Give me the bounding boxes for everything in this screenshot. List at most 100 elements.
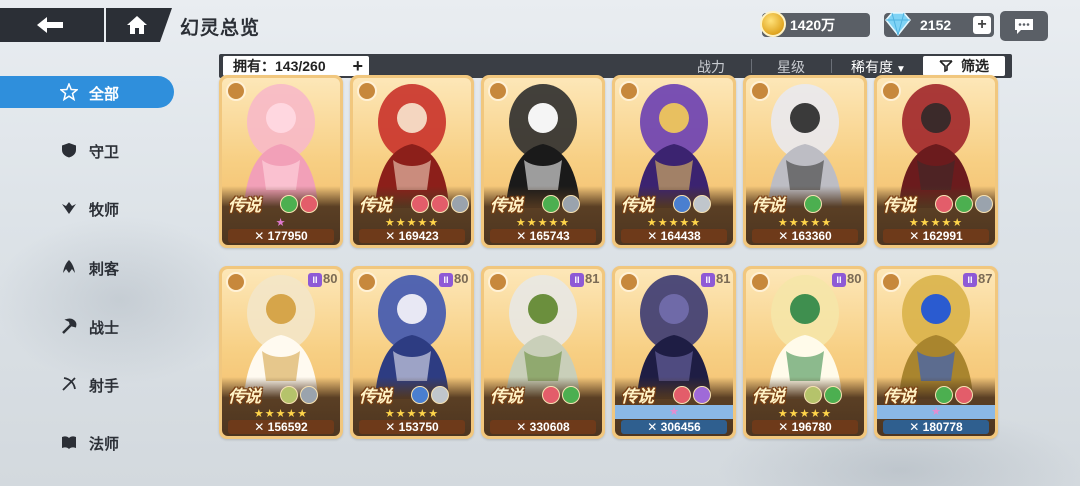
- skill-icons: [411, 195, 469, 213]
- swords-icon: ✕: [778, 420, 792, 434]
- star-strip: ★: [877, 405, 995, 419]
- sidebar-item-label: 战士: [89, 320, 120, 337]
- back-arrow-icon: [37, 17, 63, 33]
- star-rating: ★★★★★: [777, 408, 833, 420]
- character-level: 80: [454, 271, 469, 286]
- swords-icon: ✕: [254, 229, 268, 243]
- sidebar-item-archer[interactable]: 射手: [0, 368, 174, 400]
- skill-icon: [693, 386, 711, 404]
- character-card[interactable]: 传说 ★★★★★ ✕ 164438: [612, 75, 736, 248]
- star-rating: ★★★★★: [646, 217, 702, 229]
- power-number: 196780: [791, 420, 832, 434]
- skill-icon: [431, 386, 449, 404]
- caret-down-icon: ▼: [896, 64, 906, 75]
- gold-amount: 1420万: [790, 17, 836, 33]
- add-gems-button[interactable]: +: [973, 16, 991, 34]
- skill-icon: [411, 386, 429, 404]
- tier-badge-icon: II: [832, 273, 846, 287]
- home-button[interactable]: [104, 8, 168, 42]
- sidebar-item-warrior[interactable]: 战士: [0, 310, 174, 342]
- rarity-label: 传说: [752, 387, 785, 406]
- power-value: ✕ 177950: [228, 229, 334, 243]
- role-badge-icon: [357, 272, 377, 292]
- skill-icon: [542, 386, 560, 404]
- diamond-icon: [885, 12, 911, 37]
- character-card[interactable]: II 80 传说 ★★★★★ ✕ 196780: [743, 266, 867, 439]
- rarity-label: 传说: [228, 387, 261, 406]
- character-card[interactable]: II 81 传说 ★ ✕ 306456: [612, 266, 736, 439]
- star-rating: ★★★★★: [384, 408, 440, 420]
- skill-icons: [542, 195, 580, 213]
- role-badge-icon: [750, 272, 770, 292]
- role-badge-icon: [619, 272, 639, 292]
- role-badge-icon: [750, 81, 770, 101]
- divider: [831, 59, 832, 73]
- character-card[interactable]: 传说 ★★★★★ ✕ 163360: [743, 75, 867, 248]
- character-level: 80: [323, 271, 338, 286]
- character-card[interactable]: 传说 ★ ✕ 177950: [219, 75, 343, 248]
- filter-button[interactable]: 筛选: [923, 56, 1005, 76]
- sidebar-item-label: 全部: [89, 86, 120, 103]
- swords-icon: ✕: [516, 229, 530, 243]
- character-level: 80: [847, 271, 862, 286]
- power-value: ✕ 169423: [359, 229, 465, 243]
- character-card[interactable]: II 81 传说 ✕ 330608: [481, 266, 605, 439]
- sidebar-item-guard[interactable]: 守卫: [0, 134, 174, 166]
- power-value: ✕ 163360: [752, 229, 858, 243]
- sidebar-item-priest[interactable]: 牧师: [0, 192, 174, 224]
- star-strip: ★: [615, 405, 733, 419]
- skill-icon: [975, 195, 993, 213]
- chat-button[interactable]: [1000, 11, 1048, 41]
- character-card[interactable]: 传说 ★★★★★ ✕ 162991: [874, 75, 998, 248]
- rarity-label: 传说: [621, 196, 654, 215]
- character-card[interactable]: 传说 ★★★★★ ✕ 169423: [350, 75, 474, 248]
- sort-star[interactable]: 星级: [777, 57, 805, 77]
- role-badge-icon: [881, 81, 901, 101]
- skill-icon: [693, 195, 711, 213]
- skill-icon: [824, 386, 842, 404]
- sort-power[interactable]: 战力: [697, 57, 725, 77]
- star-rating: ★★★★★: [384, 217, 440, 229]
- back-button[interactable]: [0, 8, 100, 42]
- skill-icons: [280, 386, 318, 404]
- skill-icon: [935, 386, 953, 404]
- skill-icon: [431, 195, 449, 213]
- skill-icon: [300, 386, 318, 404]
- character-card[interactable]: 传说 ★★★★★ ✕ 165743: [481, 75, 605, 248]
- expand-capacity-button[interactable]: +: [352, 56, 363, 76]
- power-number: 153750: [398, 420, 439, 434]
- sidebar-item-label: 牧师: [89, 202, 120, 219]
- owned-count-label: 拥有：143/260: [233, 58, 326, 74]
- power-number: 330608: [529, 420, 570, 434]
- owned-count: 拥有：143/260 +: [223, 56, 369, 76]
- tier-badge-icon: II: [701, 273, 715, 287]
- bow-icon: [62, 377, 76, 391]
- character-card[interactable]: II 80 传说 ★★★★★ ✕ 153750: [350, 266, 474, 439]
- skill-icon: [673, 386, 691, 404]
- skill-icon: [300, 195, 318, 213]
- swords-icon: ✕: [385, 229, 399, 243]
- rarity-label: 传说: [359, 196, 392, 215]
- sort-rarity-label: 稀有度: [851, 59, 893, 75]
- sidebar-item-label: 法师: [89, 436, 120, 453]
- chat-bubble-icon: [1015, 19, 1033, 34]
- character-level: 81: [716, 271, 731, 286]
- sidebar-item-all[interactable]: 全部: [0, 76, 174, 108]
- star-rating: ★: [275, 217, 287, 229]
- character-card[interactable]: II 87 传说 ★ ✕ 180778: [874, 266, 998, 439]
- sort-rarity[interactable]: 稀有度 ▼: [851, 57, 906, 77]
- power-number: 165743: [529, 229, 570, 243]
- sidebar-item-assassin[interactable]: 刺客: [0, 251, 174, 283]
- claw-icon: [63, 260, 75, 273]
- character-card[interactable]: II 80 传说 ★★★★★ ✕ 156592: [219, 266, 343, 439]
- power-value: ✕ 162991: [883, 229, 989, 243]
- rarity-label: 传说: [621, 387, 654, 406]
- star-rating: ★★★★★: [515, 217, 571, 229]
- star-rating: ★★★★★: [908, 217, 964, 229]
- role-badge-icon: [488, 272, 508, 292]
- sidebar-item-mage[interactable]: 法师: [0, 426, 174, 458]
- skill-icon: [955, 195, 973, 213]
- rarity-label: 传说: [359, 387, 392, 406]
- axe-icon: [62, 318, 77, 334]
- power-number: 156592: [267, 420, 308, 434]
